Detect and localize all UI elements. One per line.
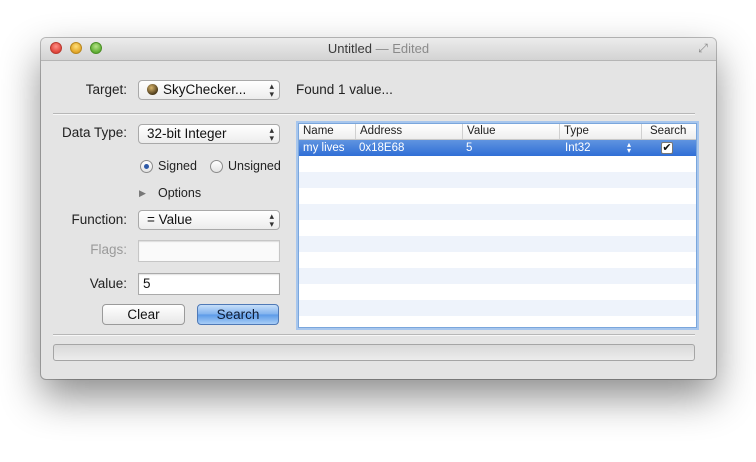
titlebar: Untitled — Edited ⤢	[41, 38, 716, 61]
disclosure-triangle-icon[interactable]: ▶	[139, 188, 146, 199]
function-popup[interactable]: = Value ▴ ▾	[138, 210, 280, 230]
clear-button[interactable]: Clear	[102, 304, 185, 325]
empty-row	[299, 284, 696, 300]
cell-address[interactable]: 0x18E68	[355, 140, 462, 156]
signed-radio[interactable]	[140, 160, 153, 173]
flags-field[interactable]	[138, 240, 280, 262]
signed-radio-label: Signed	[158, 159, 197, 173]
unsigned-radio[interactable]	[210, 160, 223, 173]
function-value: = Value	[147, 212, 193, 227]
function-label: Function:	[71, 212, 127, 227]
data-type-value: 32-bit Integer	[147, 126, 227, 141]
empty-row	[299, 188, 696, 204]
target-value: SkyChecker...	[163, 82, 247, 97]
status-text: Found 1 value...	[296, 82, 393, 97]
checkmark-icon: ✔	[662, 142, 672, 154]
empty-row	[299, 156, 696, 172]
cell-name[interactable]: my lives	[299, 140, 355, 156]
empty-row	[299, 268, 696, 284]
chevron-updown-icon: ▴ ▾	[269, 81, 274, 99]
window-title-text: Untitled	[327, 41, 372, 56]
column-header-search[interactable]: Search	[641, 124, 696, 139]
unsigned-radio-label: Unsigned	[228, 159, 281, 173]
empty-row	[299, 204, 696, 220]
type-chevron-icon[interactable]: ▴ ▾	[627, 141, 631, 155]
search-checkbox[interactable]: ✔	[661, 142, 673, 154]
target-label: Target:	[85, 82, 127, 97]
options-label[interactable]: Options	[158, 186, 201, 200]
empty-row	[299, 220, 696, 236]
window-title-edited: — Edited	[375, 41, 430, 56]
value-field[interactable]: 5	[138, 273, 280, 295]
search-button[interactable]: Search	[197, 304, 279, 325]
chevron-updown-icon: ▴ ▾	[269, 211, 274, 229]
column-header-name[interactable]: Name	[299, 124, 355, 139]
column-header-type[interactable]: Type	[559, 124, 641, 139]
fullscreen-icon[interactable]: ⤢	[696, 41, 710, 55]
window-title: Untitled — Edited	[41, 41, 716, 56]
table-header: Name Address Value Type Search	[299, 124, 696, 140]
value-label: Value:	[89, 276, 127, 291]
separator-top	[53, 113, 695, 115]
data-type-label: Data Type:	[61, 125, 127, 140]
empty-row	[299, 236, 696, 252]
empty-row	[299, 300, 696, 316]
flags-label: Flags:	[90, 242, 127, 257]
cell-value[interactable]: 5	[462, 140, 559, 156]
target-popup[interactable]: SkyChecker... ▴ ▾	[138, 80, 280, 100]
empty-row	[299, 316, 696, 327]
column-header-address[interactable]: Address	[355, 124, 462, 139]
empty-row	[299, 252, 696, 268]
chevron-updown-icon: ▴ ▾	[269, 125, 274, 143]
empty-row	[299, 172, 696, 188]
main-window: Untitled — Edited ⤢ Target: SkyChecker..…	[41, 38, 716, 379]
table-row[interactable]: my lives 0x18E68 5 Int32 ▴ ▾ ✔	[299, 140, 696, 156]
results-table[interactable]: Name Address Value Type Search my lives …	[298, 123, 697, 328]
app-icon	[147, 84, 158, 95]
separator-bottom	[53, 334, 695, 336]
progress-bar	[53, 344, 695, 361]
cell-type[interactable]: Int32	[561, 140, 631, 156]
column-header-value[interactable]: Value	[462, 124, 559, 139]
data-type-popup[interactable]: 32-bit Integer ▴ ▾	[138, 124, 280, 144]
